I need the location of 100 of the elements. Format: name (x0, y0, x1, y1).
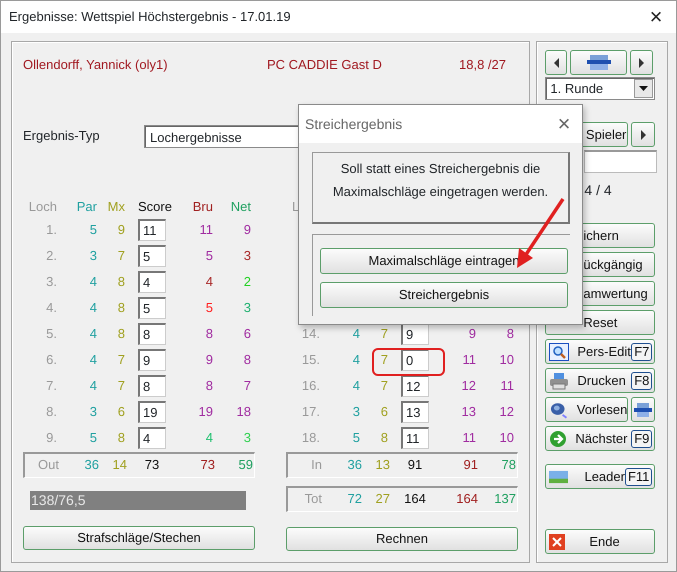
net-value: 3 (242, 428, 251, 447)
max-value: 8 (116, 428, 125, 447)
score-field[interactable]: 9 (138, 348, 166, 370)
max-value: 8 (380, 428, 388, 447)
par-value: 4 (88, 376, 97, 395)
total-value: 14 (112, 456, 127, 474)
score-field[interactable]: 11 (401, 426, 429, 448)
par-value: 4 (88, 350, 97, 369)
hole-number: 1. (45, 220, 57, 239)
par-value: 3 (352, 402, 360, 421)
column-header: Mx (106, 198, 125, 216)
score-field[interactable]: 13 (401, 400, 429, 422)
gross-value: 4 (204, 428, 213, 447)
score-field[interactable]: 12 (401, 374, 429, 396)
hole-number: 16. (300, 376, 320, 395)
column-header: Par (76, 198, 97, 216)
leader-button[interactable]: Leader F11 (545, 464, 656, 489)
hole-number: 5. (45, 324, 57, 343)
net-value: 6 (242, 324, 251, 343)
hole-number: 4. (45, 298, 57, 317)
calculate-button[interactable]: Rechnen (286, 526, 518, 550)
par-value: 4 (88, 324, 97, 343)
hole-number: 17. (300, 402, 320, 421)
function-key: F11 (624, 468, 652, 486)
gross-value: 4 (204, 272, 213, 291)
total-value: Tot (304, 490, 322, 508)
search-icon (549, 342, 570, 360)
max-strokes-button[interactable]: Maximalschläge eintragen (320, 248, 568, 274)
print-button[interactable] (570, 50, 628, 75)
hole-number: 8. (45, 402, 57, 421)
column-header: Net (230, 198, 251, 216)
print-button[interactable] (631, 397, 656, 422)
hole-number: 14. (300, 324, 320, 343)
round-dropdown[interactable]: 1. Runde (545, 77, 656, 100)
close-icon (549, 534, 566, 550)
par-value: 3 (88, 246, 97, 265)
max-value: 8 (116, 324, 125, 343)
exit-button[interactable]: Ende (545, 529, 656, 554)
total-value: 73 (200, 456, 215, 474)
next-button[interactable] (630, 50, 654, 75)
total-value: 164 (403, 490, 427, 508)
score-field[interactable]: 8 (138, 374, 166, 396)
penalty-button[interactable]: Strafschläge/Stechen (23, 526, 255, 550)
max-value: 7 (380, 350, 388, 369)
gross-value: 5 (204, 246, 213, 265)
next-player-button[interactable] (631, 122, 656, 147)
total-value: 36 (346, 456, 362, 474)
gross-value: 19 (198, 402, 213, 421)
max-value: 7 (116, 376, 125, 395)
function-key: F9 (631, 430, 652, 448)
hole-number: 6. (45, 350, 57, 369)
max-value: 8 (116, 272, 125, 291)
handicap-bar: 138/76,5 (30, 490, 246, 510)
edit-button[interactable]: Pers-Edit F7 (545, 339, 656, 364)
next-button[interactable]: Nächster F9 (545, 426, 656, 451)
close-button[interactable]: × (644, 6, 668, 28)
max-value: 8 (116, 298, 125, 317)
score-field[interactable]: 0 (401, 348, 429, 370)
dropdown-arrow-icon (639, 86, 648, 91)
total-value: 59 (238, 456, 253, 474)
hole-number: 15. (300, 350, 320, 369)
strike-result-button[interactable]: Streichergebnis (320, 282, 568, 308)
print-button[interactable]: Drucken F8 (545, 368, 656, 393)
previous-button[interactable] (545, 50, 568, 75)
score-field[interactable]: 4 (138, 270, 166, 292)
score-field[interactable]: 19 (138, 400, 166, 422)
total-value: 73 (144, 456, 160, 474)
gross-value: 12 (460, 376, 476, 395)
max-value: 7 (380, 324, 388, 343)
window-title: Ergebnisse: Wettspiel Höchstergebnis - 17.01.19 (9, 8, 291, 26)
net-value: 9 (242, 220, 251, 239)
gross-value: 11 (462, 428, 476, 447)
par-value: 4 (352, 350, 360, 369)
printer-icon (549, 372, 570, 390)
player-field[interactable] (584, 150, 658, 173)
max-value: 9 (116, 220, 125, 239)
max-value: 6 (116, 402, 125, 421)
max-value: 7 (116, 246, 125, 265)
hole-number: 7. (45, 376, 57, 395)
hole-number: 9. (45, 428, 57, 447)
score-field[interactable]: 5 (138, 244, 166, 266)
score-field[interactable]: 8 (138, 322, 166, 344)
score-field[interactable]: 11 (138, 218, 166, 240)
gross-value: 8 (204, 376, 213, 395)
total-value: 13 (374, 456, 390, 474)
hole-number: 2. (45, 246, 57, 265)
score-field[interactable]: 4 (138, 426, 166, 448)
gross-value: 9 (468, 324, 476, 343)
player-category: PC CADDIE Gast D (267, 56, 383, 74)
speaker-icon (549, 400, 569, 418)
column-header: Score (137, 198, 173, 216)
right-arrow-icon (640, 128, 647, 140)
net-value: 8 (242, 350, 251, 369)
net-value: 18 (236, 402, 251, 421)
net-value: 8 (506, 324, 514, 343)
read-aloud-button[interactable]: Vorlesen (545, 397, 628, 422)
score-field[interactable]: 5 (138, 296, 166, 318)
total-value: 78 (500, 456, 516, 474)
total-value: Out (37, 456, 59, 474)
net-value: 7 (242, 376, 251, 395)
